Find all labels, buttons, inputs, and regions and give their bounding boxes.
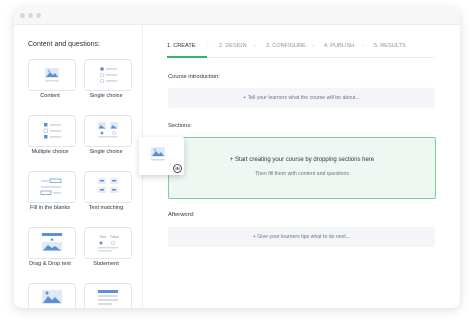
step-separator: › <box>254 43 256 49</box>
sections-label: Sections: <box>168 123 192 129</box>
multiple-choice-icon <box>43 123 61 139</box>
fill-blanks-icon <box>40 178 62 195</box>
tile-label-content: Content <box>40 93 60 99</box>
step-create[interactable]: 1. CREATE <box>167 43 196 49</box>
step-separator: › <box>362 43 364 49</box>
step-configure[interactable]: 3. CONFIGURE <box>266 43 306 49</box>
tile-label-image-single-choice: Single choice <box>89 149 123 155</box>
afterword-label: Afterword: <box>168 212 195 218</box>
step-separator: › <box>207 43 209 49</box>
list-question-icon <box>98 290 118 305</box>
step-separator: › <box>312 43 314 49</box>
sidebar-title: Content and questions: <box>28 41 100 48</box>
step-design[interactable]: 2. DESIGN <box>219 43 247 49</box>
step-publish[interactable]: 4. PUBLISH <box>324 43 354 49</box>
sections-dropzone[interactable]: + Start creating your course by dropping… <box>168 137 436 199</box>
tile-text-matching[interactable] <box>84 171 132 203</box>
tile-label-fill-blanks: Fill in the blanks <box>29 205 71 211</box>
tile-label-multiple-choice: Multiple choice <box>31 149 69 155</box>
statement-icon: True False <box>98 235 119 252</box>
tile-fill-blanks[interactable] <box>28 171 76 203</box>
content-sidebar: Content and questions: Content Single ch… <box>14 25 143 308</box>
tile-drag-drop[interactable] <box>28 227 76 259</box>
tile-image-single-choice[interactable] <box>84 115 132 147</box>
intro-label: Course introduction: <box>168 74 220 80</box>
statement-false-text: False <box>110 235 119 239</box>
steps-divider <box>167 57 435 58</box>
tile-image-question[interactable] <box>28 283 76 308</box>
step-results[interactable]: 5. RESULTS <box>374 43 406 49</box>
tile-content[interactable] <box>28 59 76 91</box>
active-step-underline <box>167 56 207 58</box>
drag-drop-icon <box>42 233 62 251</box>
title-bar <box>14 8 460 25</box>
image-content-icon <box>45 68 59 82</box>
text-matching-icon <box>98 178 118 193</box>
afterword-dropzone[interactable]: + Give your learners tips what to do nex… <box>168 227 435 247</box>
intro-placeholder: + Tell your learners what the course wil… <box>243 95 360 101</box>
image-single-choice-icon <box>98 122 118 138</box>
grab-cursor-icon <box>173 164 182 173</box>
sections-primary-text: + Start creating your course by dropping… <box>229 157 375 163</box>
sections-secondary-text: Then fill them with content and question… <box>254 171 349 177</box>
window-minimize-dot[interactable] <box>28 13 33 18</box>
dragged-content-card[interactable] <box>139 137 184 175</box>
tile-list-question[interactable] <box>84 283 132 308</box>
tile-label-statement: Statement <box>93 261 119 267</box>
intro-dropzone[interactable]: + Tell your learners what the course wil… <box>168 88 435 108</box>
tile-label-text-matching: Text matching <box>88 205 124 211</box>
tile-label-drag-drop: Drag & Drop text <box>29 261 71 267</box>
tile-label-single-choice: Single choice <box>89 93 123 99</box>
single-choice-icon <box>99 67 117 84</box>
afterword-placeholder: + Give your learners tips what to do nex… <box>252 234 351 240</box>
statement-true-text: True <box>99 235 106 239</box>
tile-single-choice[interactable] <box>84 59 132 91</box>
image-question-icon <box>42 290 62 304</box>
window-maximize-dot[interactable] <box>36 13 41 18</box>
tile-statement[interactable]: True False <box>84 227 132 259</box>
window-close-dot[interactable] <box>20 13 25 18</box>
tile-multiple-choice[interactable] <box>28 115 76 147</box>
